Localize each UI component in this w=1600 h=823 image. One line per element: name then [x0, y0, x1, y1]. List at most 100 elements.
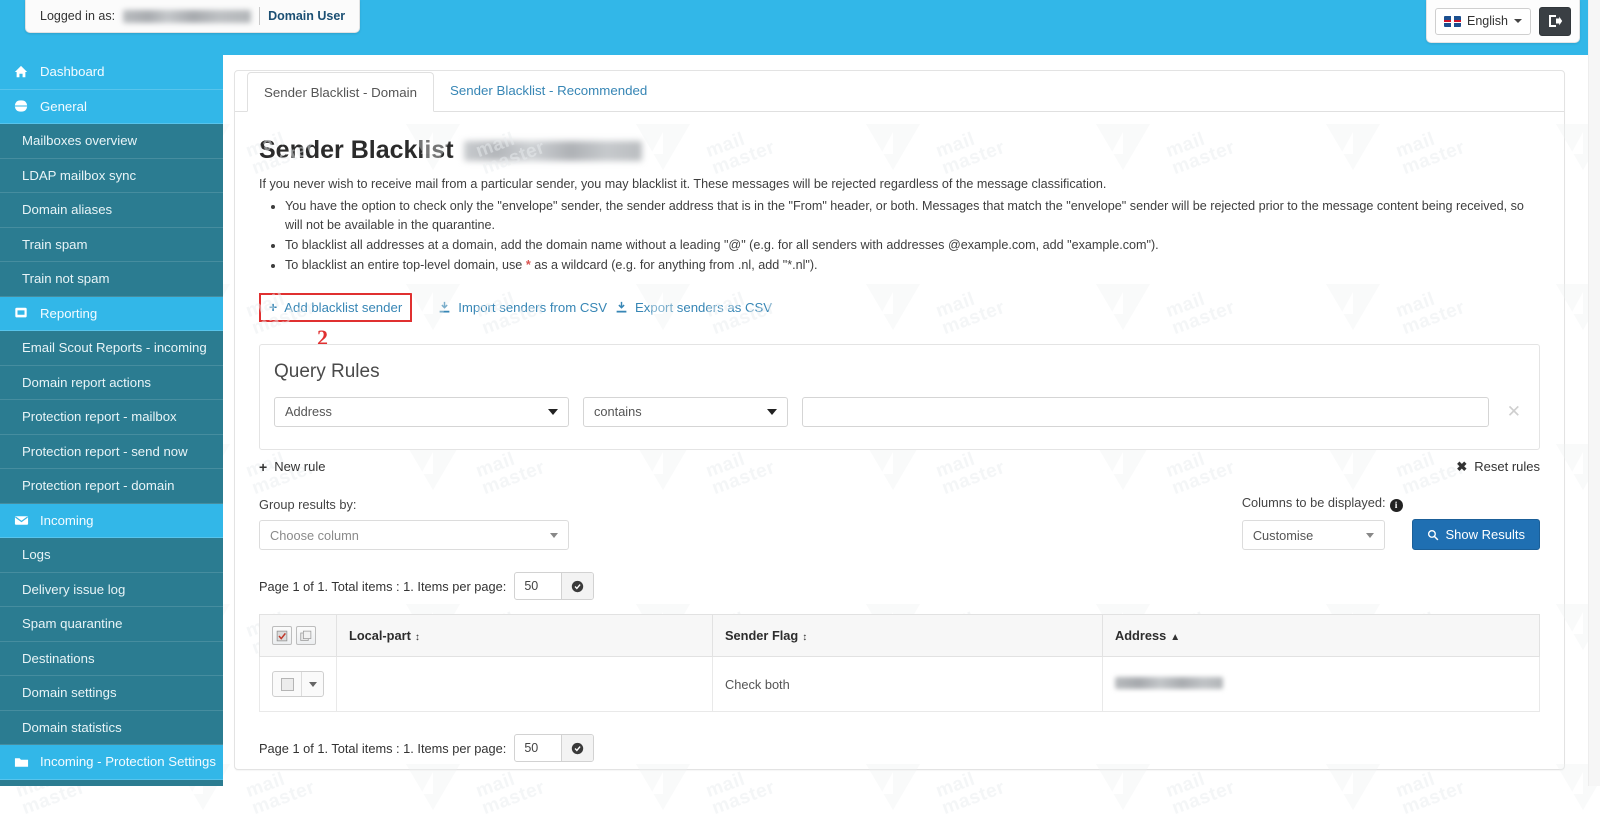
pagination-top: Page 1 of 1. Total items : 1. Items per … [259, 572, 1540, 600]
uk-flag-icon [1444, 16, 1461, 27]
group-results-value: Choose column [270, 528, 359, 543]
sidebar-item-dashboard[interactable]: Dashboard [0, 55, 223, 90]
row-actions-dropdown[interactable] [301, 672, 323, 696]
sidebar-item-destinations[interactable]: Destinations [0, 642, 223, 677]
note-suffix: as a wildcard (e.g. for anything from .n… [534, 258, 817, 272]
search-icon [1427, 529, 1439, 541]
import-senders-csv-button[interactable]: Import senders from CSV [434, 295, 611, 320]
query-rules-panel: Query Rules Address contains ✕ [259, 344, 1540, 450]
sidebar-item-logs[interactable]: Logs [0, 538, 223, 573]
sidebar-label: LDAP mailbox sync [22, 168, 136, 183]
plus-icon: + [269, 300, 277, 314]
table-body: Check both [260, 657, 1540, 712]
remove-rule-icon[interactable]: ✕ [1503, 402, 1525, 422]
sidebar-item-protection-report-domain[interactable]: Protection report - domain [0, 469, 223, 504]
language-selector[interactable]: English [1435, 8, 1531, 35]
tab-sender-blacklist-recommended[interactable]: Sender Blacklist - Recommended [434, 71, 663, 111]
th-address[interactable]: Address▲ [1103, 615, 1540, 657]
sidebar-item-protection-report-send-now[interactable]: Protection report - send now [0, 435, 223, 470]
group-results-block: Group results by: Choose column [259, 497, 569, 550]
row-select-control [272, 671, 324, 697]
notes-list: You have the option to check only the "e… [259, 197, 1540, 275]
sidebar-item-spam-quarantine[interactable]: Spam quarantine [0, 607, 223, 642]
page-scrollbar[interactable] [1588, 0, 1600, 786]
sidebar-label: Protection report - domain [22, 478, 174, 493]
new-rule-button[interactable]: + New rule [259, 459, 325, 475]
sidebar-item-email-scout-reports-incoming[interactable]: Email Scout Reports - incoming [0, 331, 223, 366]
td-address [1103, 657, 1540, 712]
sidebar-item-mailboxes-overview[interactable]: Mailboxes overview [0, 124, 223, 159]
sidebar-item-train-spam[interactable]: Train spam [0, 228, 223, 263]
sidebar-item-reporting[interactable]: Reporting [0, 297, 223, 332]
logout-button[interactable] [1539, 7, 1571, 36]
chevron-down-icon [548, 409, 558, 415]
rule-value-input[interactable] [802, 397, 1489, 427]
show-results-label: Show Results [1446, 527, 1525, 542]
add-blacklist-sender-button[interactable]: + Add blacklist sender [259, 293, 412, 322]
rule-field-select[interactable]: Address [274, 397, 569, 427]
info-icon[interactable]: i [1390, 499, 1403, 512]
sidebar-label: Reporting [40, 306, 97, 321]
address-masked [1115, 677, 1223, 689]
rule-operator-select[interactable]: contains [583, 397, 788, 427]
rules-actions-row: + New rule ✖ Reset rules [259, 459, 1540, 475]
sidebar-item-incoming[interactable]: Incoming [0, 504, 223, 539]
sidebar-item-general[interactable]: General [0, 90, 223, 125]
user-role-label: Domain User [268, 9, 345, 23]
table-row: Check both [260, 657, 1540, 712]
note-item: To blacklist all addresses at a domain, … [285, 236, 1540, 255]
tab-label: Sender Blacklist - Domain [264, 85, 417, 100]
th-label: Address [1115, 628, 1166, 643]
sidebar-label: Email Scout Reports - incoming [22, 340, 207, 355]
pagination-text: Page 1 of 1. Total items : 1. Items per … [259, 579, 506, 594]
sort-both-icon: ↕ [802, 632, 807, 643]
add-blacklist-sender-label: Add blacklist sender [284, 300, 402, 315]
td-local-part [337, 657, 713, 712]
rule-operator-value: contains [594, 404, 642, 419]
content-card: Sender Blacklist - Domain Sender Blackli… [234, 70, 1565, 770]
sidebar-item-domain-report-actions[interactable]: Domain report actions [0, 366, 223, 401]
th-label: Sender Flag [725, 628, 798, 643]
sidebar-item-ldap-mailbox-sync[interactable]: LDAP mailbox sync [0, 159, 223, 194]
go-icon [571, 580, 584, 593]
note-item: To blacklist an entire top-level domain,… [285, 256, 1540, 275]
items-per-page-control: 50 [514, 572, 594, 600]
intro-text: If you never wish to receive mail from a… [259, 175, 1540, 193]
th-label: Local-part [349, 628, 411, 643]
columns-and-search-block: Columns to be displayed:i Customise Show… [1242, 495, 1540, 551]
sidebar-label: Protection report - send now [22, 444, 188, 459]
items-per-page-input[interactable]: 50 [515, 573, 561, 599]
items-per-page-control: 50 [514, 734, 594, 762]
sidebar-item-domain-aliases[interactable]: Domain aliases [0, 193, 223, 228]
th-select [260, 615, 337, 657]
export-senders-csv-label: Export senders as CSV [635, 300, 772, 315]
th-sender-flag[interactable]: Sender Flag ↕ [713, 615, 1103, 657]
sidebar-item-train-not-spam[interactable]: Train not spam [0, 262, 223, 297]
import-icon [438, 301, 451, 314]
deselect-all-icon[interactable] [296, 626, 316, 645]
note-item: You have the option to check only the "e… [285, 197, 1540, 235]
sidebar-label: Delivery issue log [22, 582, 125, 597]
sidebar-item-delivery-issue-log[interactable]: Delivery issue log [0, 573, 223, 608]
row-checkbox[interactable] [273, 672, 301, 696]
envelope-icon [14, 513, 36, 528]
wildcard-symbol: * [526, 258, 531, 272]
tab-sender-blacklist-domain[interactable]: Sender Blacklist - Domain [247, 72, 434, 112]
show-results-button[interactable]: Show Results [1412, 519, 1540, 550]
sidebar-item-domain-statistics[interactable]: Domain statistics [0, 711, 223, 746]
columns-select[interactable]: Customise [1242, 520, 1385, 550]
reset-rules-button[interactable]: ✖ Reset rules [1456, 459, 1540, 475]
sidebar-label: Domain aliases [22, 202, 112, 217]
items-per-page-input[interactable]: 50 [515, 735, 561, 761]
sidebar-item-protection-report-mailbox[interactable]: Protection report - mailbox [0, 400, 223, 435]
group-results-select[interactable]: Choose column [259, 520, 569, 550]
sidebar-item-domain-settings[interactable]: Domain settings [0, 676, 223, 711]
sidebar: Dashboard General Mailboxes overview LDA… [0, 55, 223, 786]
export-senders-csv-button[interactable]: Export senders as CSV [611, 295, 776, 320]
logout-icon [1547, 13, 1563, 29]
sidebar-item-incoming-protection-settings[interactable]: Incoming - Protection Settings [0, 745, 223, 780]
items-per-page-apply-button[interactable] [561, 735, 593, 761]
items-per-page-apply-button[interactable] [561, 573, 593, 599]
select-all-icon[interactable] [272, 626, 292, 645]
th-local-part[interactable]: Local-part↕ [337, 615, 713, 657]
